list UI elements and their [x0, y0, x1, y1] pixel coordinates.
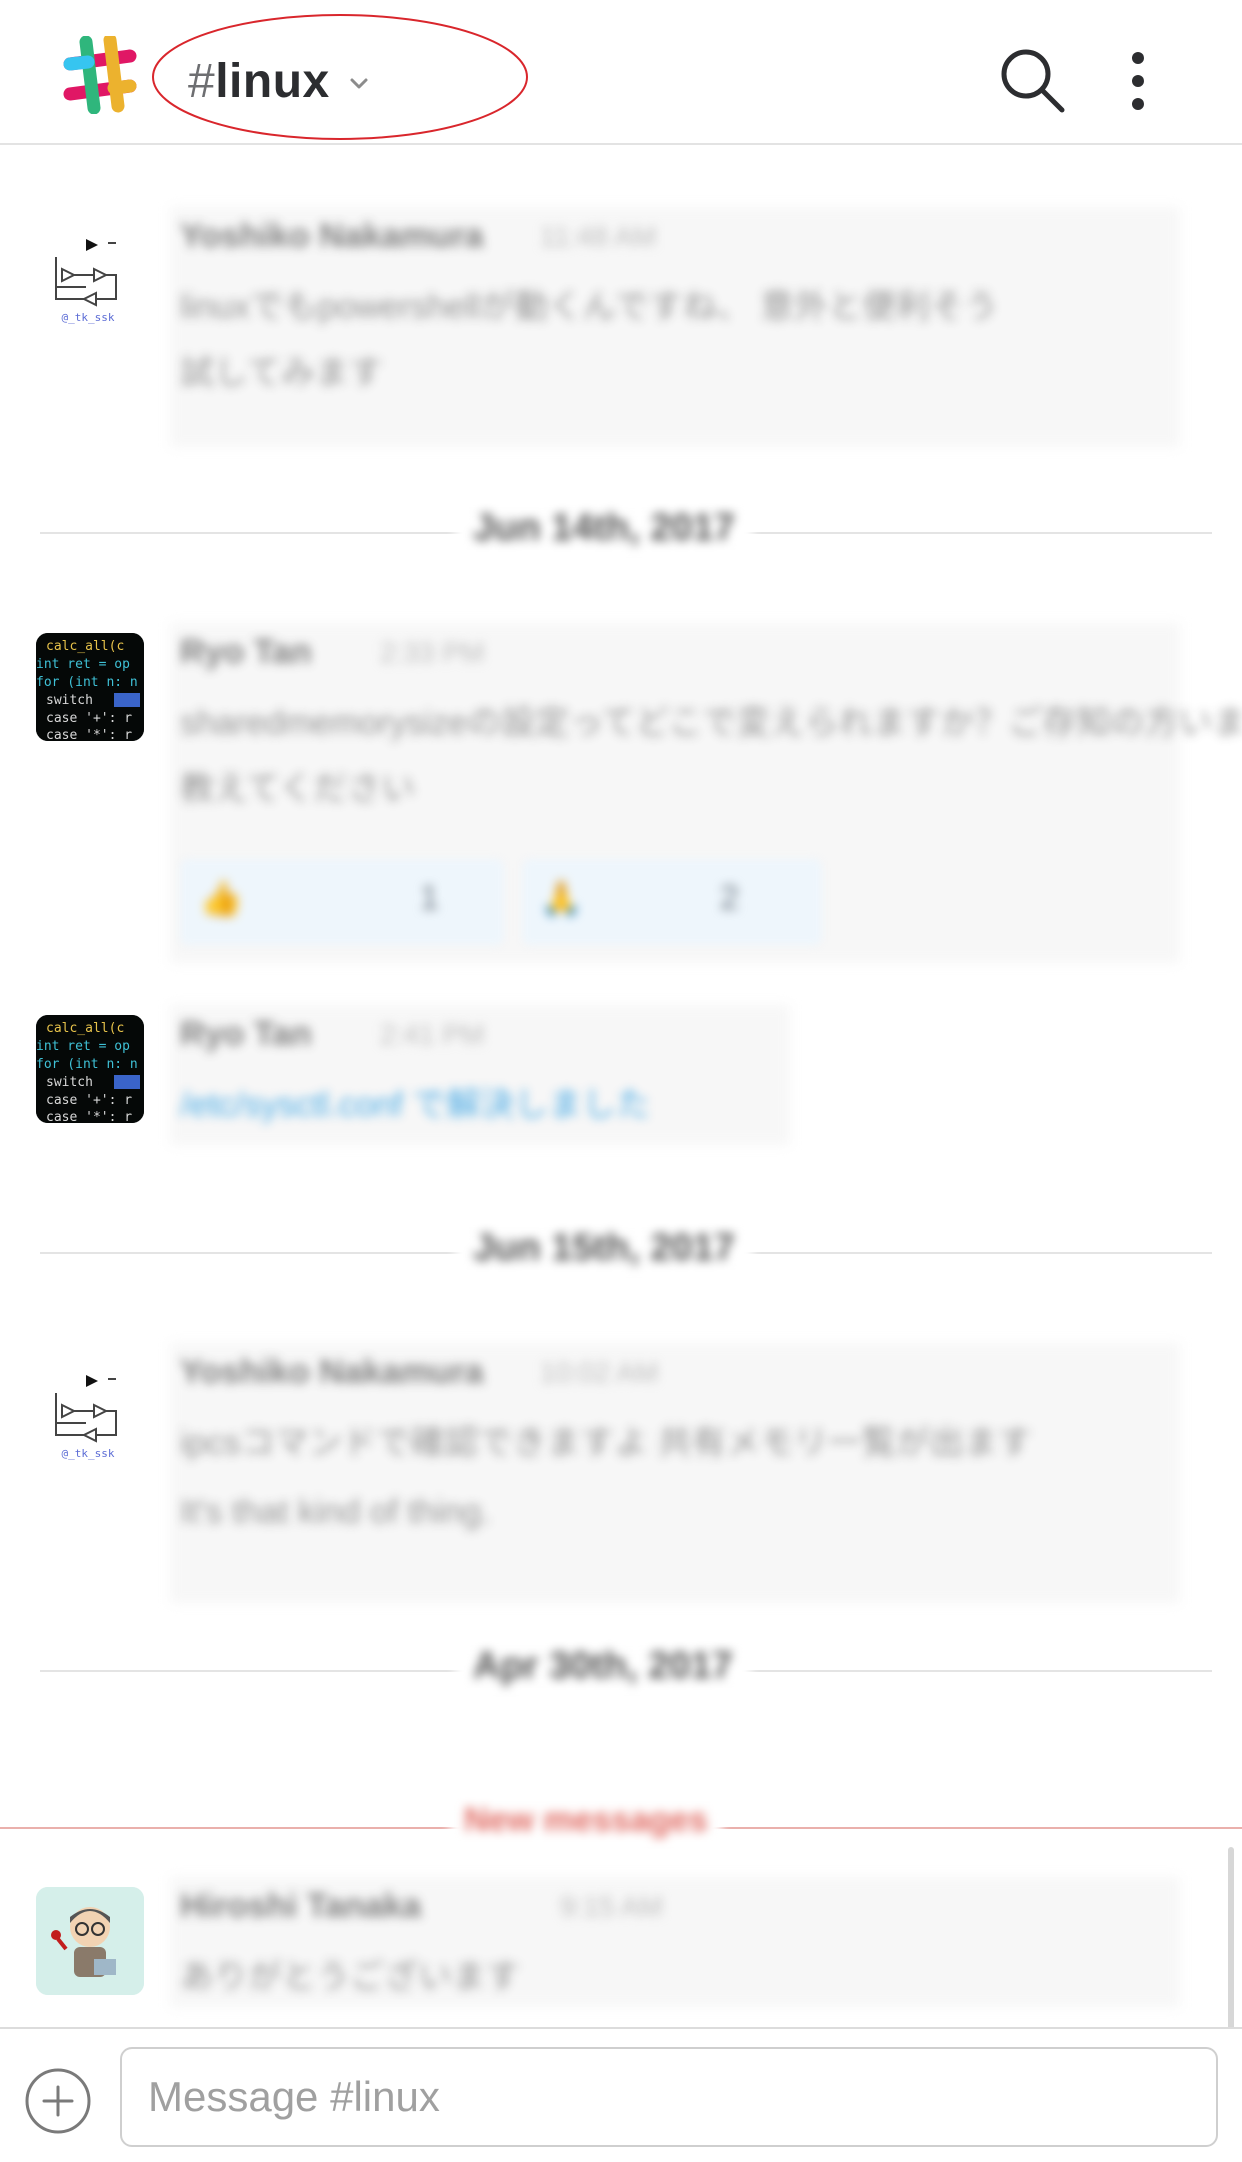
code-editor-icon: calc_all(c int ret = op for (int n: n sw…: [36, 1015, 144, 1123]
svg-text:int ret = op: int ret = op: [36, 657, 130, 672]
message-author[interactable]: Yoshiko Nakamura: [180, 217, 484, 256]
new-messages-label: New messages: [450, 1801, 722, 1840]
circuit-diagram-icon: @_tk_ssk: [55, 1375, 117, 1460]
add-attachment-icon[interactable]: [24, 2067, 92, 2135]
more-vertical-icon[interactable]: [1110, 46, 1166, 116]
svg-text:int ret = op: int ret = op: [36, 1039, 130, 1054]
reaction-label: 🙏: [540, 880, 583, 918]
code-editor-icon: calc_all(c int ret = op for (int n: n sw…: [36, 633, 144, 741]
scrollbar[interactable]: [1228, 1847, 1234, 2027]
avatar[interactable]: @_tk_ssk: [36, 1353, 144, 1461]
date-divider-label: Apr 30th, 2017: [455, 1645, 751, 1688]
message-text: ありがとうございます: [180, 1958, 520, 1996]
date-divider: Apr 30th, 2017: [0, 1641, 1242, 1701]
message-input[interactable]: [120, 2047, 1218, 2147]
avatar[interactable]: @_tk_ssk: [36, 217, 144, 325]
message-timestamp: 11:48 AM: [540, 221, 657, 252]
message-author[interactable]: Yoshiko Nakamura: [180, 1353, 484, 1392]
message-list[interactable]: @_tk_ssk Yoshiko Nakamura 11:48 AM linux…: [0, 147, 1242, 2027]
avatar[interactable]: calc_all(c int ret = op for (int n: n sw…: [36, 633, 144, 741]
channel-switcher[interactable]: #linux: [150, 12, 530, 142]
message-timestamp: 2:41 PM: [380, 1019, 485, 1050]
date-divider-label: Jun 14th, 2017: [455, 507, 753, 550]
svg-text:@_tk_ssk: @_tk_ssk: [62, 1447, 115, 1460]
slack-logo-icon[interactable]: [58, 36, 142, 114]
channel-title: #linux: [188, 55, 330, 108]
svg-text:case '+': r: case '+': r: [46, 1093, 132, 1108]
cartoon-person-icon: [36, 1887, 144, 1995]
svg-text:for (int n: n: for (int n: n: [36, 1057, 138, 1072]
svg-text:@_tk_ssk: @_tk_ssk: [62, 311, 115, 324]
search-icon[interactable]: [998, 46, 1068, 116]
circuit-diagram-icon: @_tk_ssk: [55, 239, 117, 324]
svg-text:case '*': r: case '*': r: [46, 1110, 132, 1123]
new-messages-divider: New messages: [0, 1799, 1242, 1859]
svg-text:case '*': r: case '*': r: [46, 728, 132, 741]
message-author[interactable]: Ryo Tan: [180, 633, 312, 672]
svg-text:switch: switch: [46, 693, 93, 708]
message-timestamp: 10:02 AM: [540, 1357, 659, 1388]
date-divider-label: Jun 15th, 2017: [455, 1227, 753, 1270]
message-text[interactable]: /etc/sysctl.conf で解決しました: [180, 1077, 650, 1126]
reaction-label: 👍: [200, 880, 243, 918]
svg-text:for (int n: n: for (int n: n: [36, 675, 138, 690]
message-text: sharedmemorysizeの設定ってどこで変えられますか？ご存知の方います…: [180, 704, 1242, 742]
message-text: It's that kind of thing.: [180, 1493, 491, 1531]
message-text: ipcsコマンドで確認できますよ 共有メモリ一覧が出ます: [180, 1424, 1032, 1462]
message-item[interactable]: Hiroshi Tanaka 9:15 AM ありがとうございます: [0, 1877, 1242, 2007]
avatar[interactable]: calc_all(c int ret = op for (int n: n sw…: [36, 1015, 144, 1123]
avatar[interactable]: [36, 1887, 144, 1995]
message-item[interactable]: calc_all(c int ret = op for (int n: n sw…: [0, 1005, 1242, 1155]
message-author[interactable]: Ryo Tan: [180, 1015, 312, 1054]
reaction-count: 2: [720, 879, 739, 917]
message-text: linuxでもpowershellが動くんですね、 意外と便利そう: [180, 288, 999, 326]
svg-text:calc_all(c: calc_all(c: [46, 1021, 124, 1036]
message-author[interactable]: Hiroshi Tanaka: [180, 1887, 421, 1926]
message-timestamp: 2:33 PM: [380, 637, 485, 668]
channel-header: #linux: [0, 0, 1242, 145]
message-item[interactable]: @_tk_ssk Yoshiko Nakamura 11:48 AM linux…: [0, 207, 1242, 447]
message-text: 教えてください: [180, 770, 416, 808]
chevron-down-icon: [350, 78, 368, 89]
reaction-count: 1: [420, 879, 439, 917]
message-item[interactable]: @_tk_ssk Yoshiko Nakamura 10:02 AM ipcsコ…: [0, 1343, 1242, 1603]
svg-text:case '+': r: case '+': r: [46, 711, 132, 726]
message-composer: [0, 2027, 1242, 2162]
svg-text:calc_all(c: calc_all(c: [46, 639, 124, 654]
message-item[interactable]: calc_all(c int ret = op for (int n: n sw…: [0, 623, 1242, 973]
message-text: 試してみます: [180, 354, 383, 392]
svg-text:switch: switch: [46, 1075, 93, 1090]
message-timestamp: 9:15 AM: [560, 1891, 663, 1922]
date-divider: Jun 15th, 2017: [0, 1223, 1242, 1283]
date-divider: Jun 14th, 2017: [0, 503, 1242, 563]
